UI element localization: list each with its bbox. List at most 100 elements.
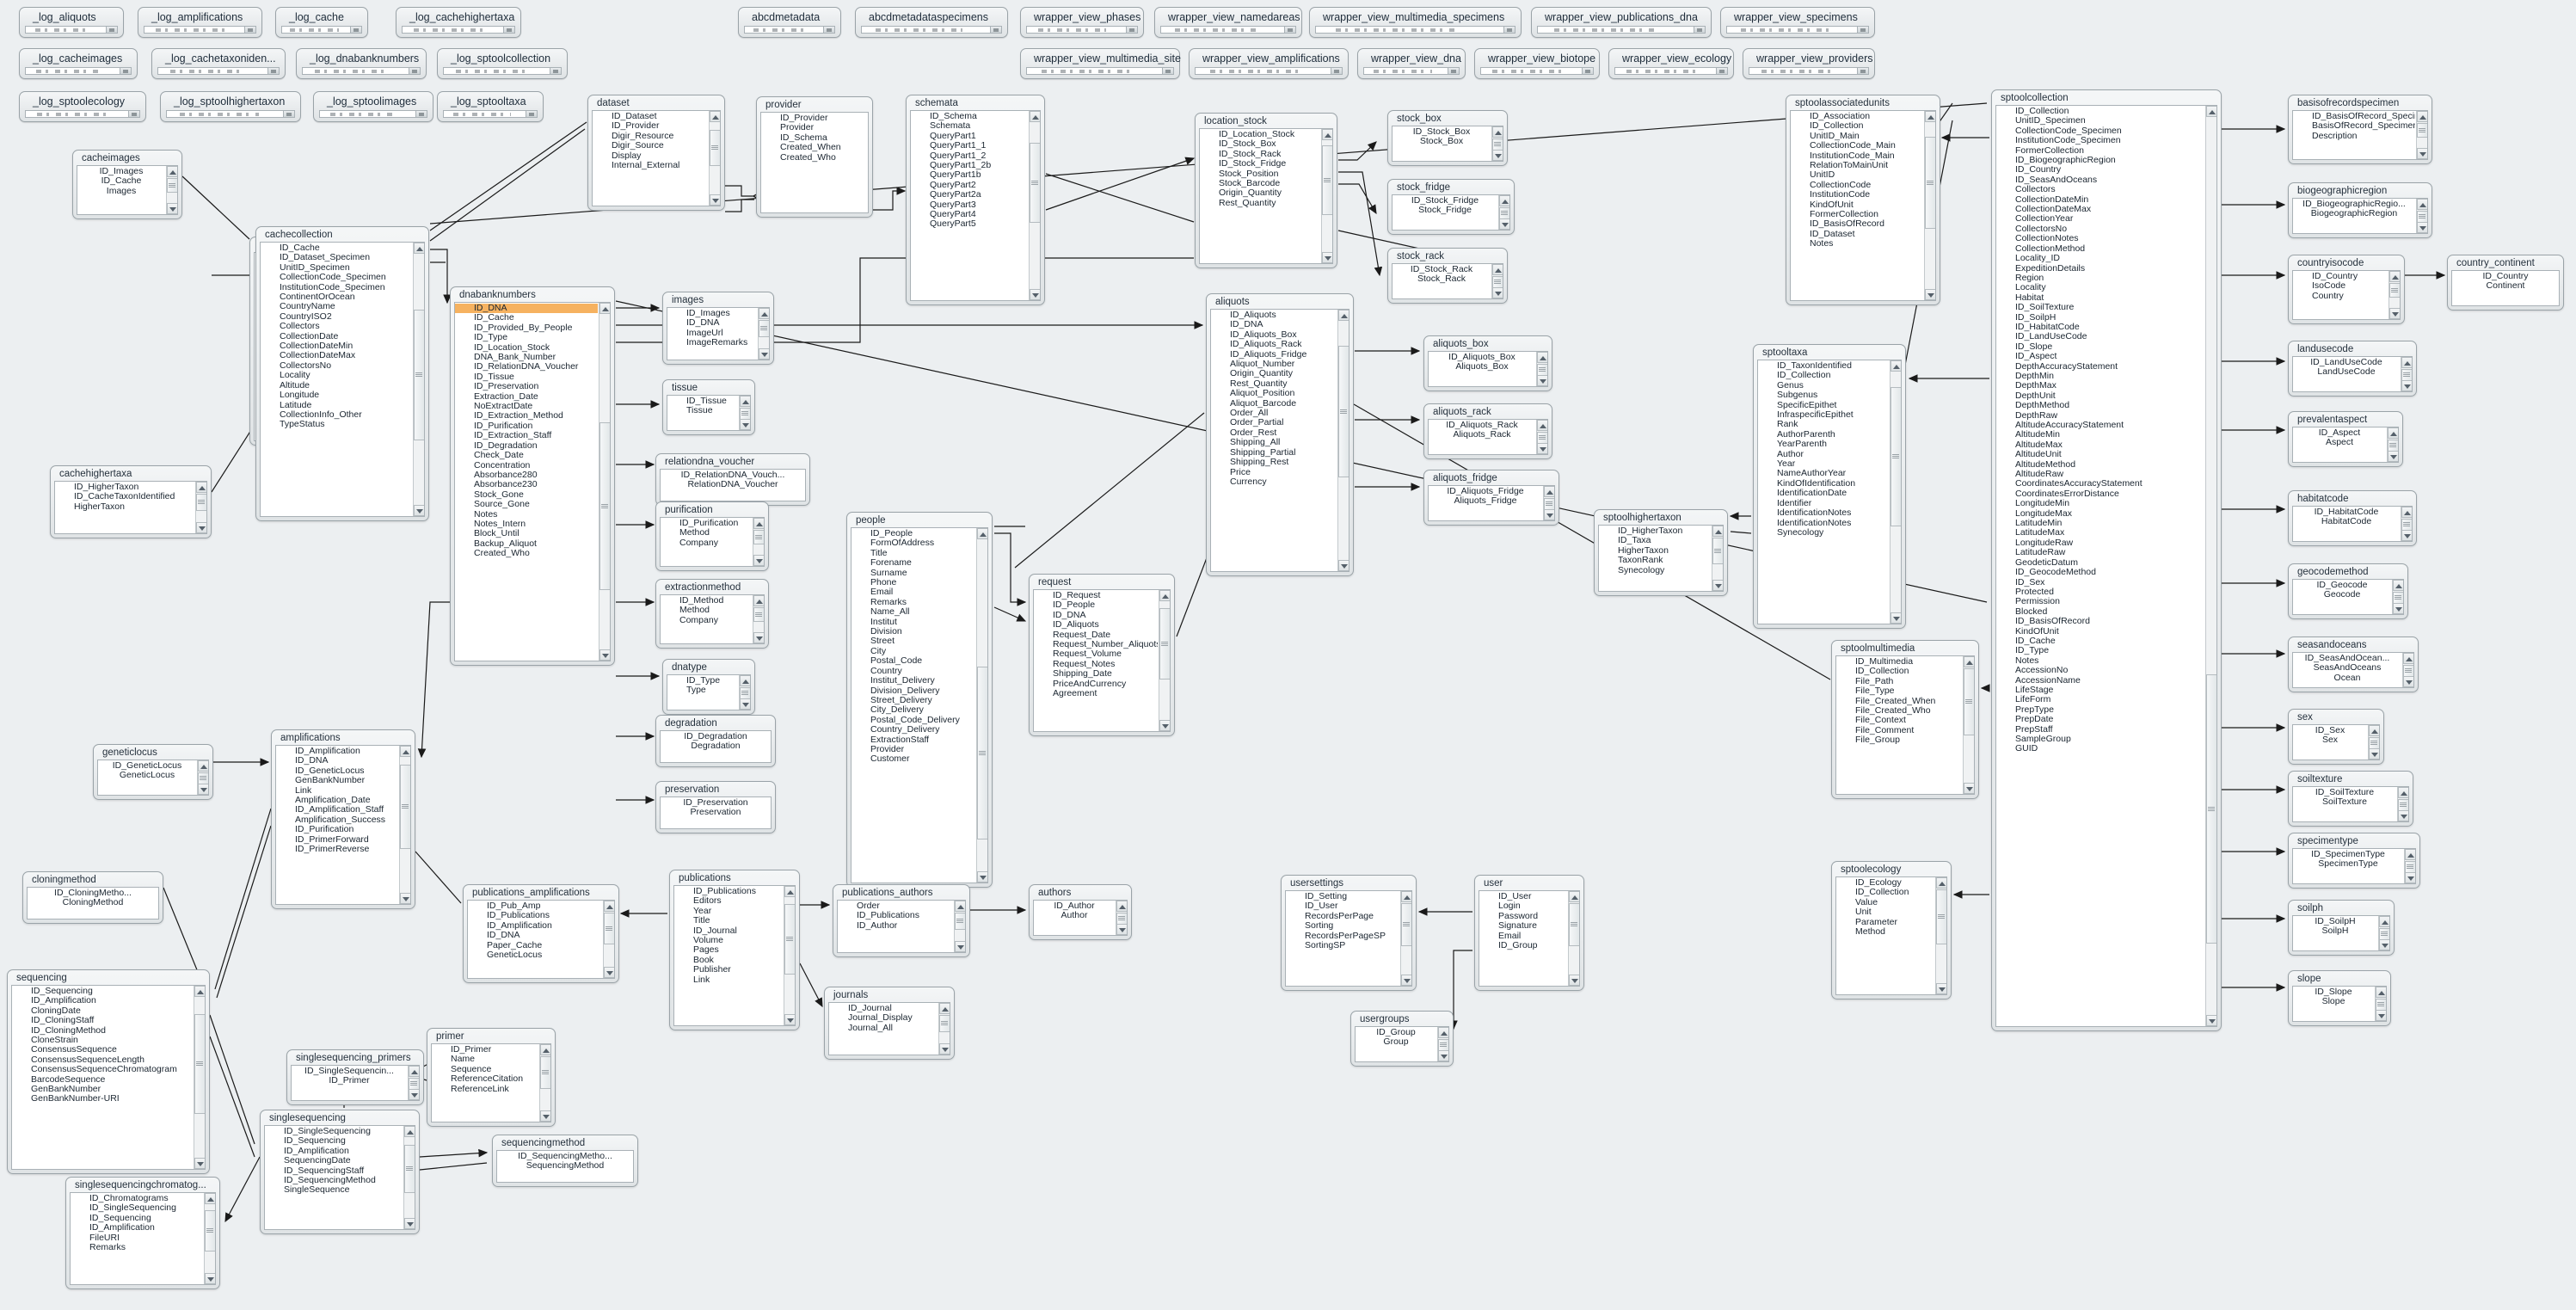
field-list[interactable]: ID_SingleSequencing ID_Sequencing ID_Ampli…: [264, 1125, 415, 1230]
scroll-up-arrow-icon[interactable]: [2369, 725, 2379, 736]
scroll-up-arrow-icon[interactable]: [167, 166, 177, 177]
field-row[interactable]: ID_Author: [838, 921, 953, 931]
field-row[interactable]: PrepDate: [1996, 715, 2204, 724]
field-row[interactable]: ID_Amplification_Staff: [276, 805, 398, 815]
table-node[interactable]: prevalentaspect ID_Aspect Aspect: [2288, 411, 2403, 467]
field-row[interactable]: NoExtractDate: [455, 402, 598, 411]
scroll-down-arrow-icon[interactable]: [414, 505, 424, 516]
field-row[interactable]: ID_HigherTaxon: [55, 483, 194, 492]
table-node[interactable]: cacheimages ID_Images ID_Cache Images: [72, 150, 182, 219]
field-row[interactable]: QueryPart1_2b: [911, 161, 1028, 170]
collapsed-table-node[interactable]: abcdmetadata: [738, 7, 841, 38]
field-row[interactable]: AltitudeMax: [1996, 440, 2204, 450]
field-row[interactable]: ID_HigherTaxon: [1599, 526, 1711, 536]
collapsed-table-node[interactable]: _log_sptooltaxa: [437, 91, 544, 122]
vertical-scrollbar[interactable]: [2205, 106, 2216, 1026]
field-list[interactable]: ID_SingleSequencin... ID_Primer: [291, 1065, 420, 1101]
table-node[interactable]: stock_fridge ID_Stock_Fridge Stock_Fridge: [1387, 179, 1515, 235]
field-row[interactable]: CollectionDateMin: [1996, 195, 2204, 205]
scroll-down-arrow-icon[interactable]: [604, 967, 614, 978]
scroll-down-arrow-icon[interactable]: [409, 1089, 419, 1100]
vertical-scrollbar[interactable]: [1491, 264, 1503, 298]
vertical-scrollbar[interactable]: [1890, 360, 1901, 624]
scroll-down-arrow-icon[interactable]: [740, 419, 750, 430]
field-row[interactable]: Author: [1034, 911, 1115, 920]
field-row[interactable]: Permission: [1996, 597, 2204, 606]
field-row[interactable]: UnitID_Specimen: [1996, 116, 2204, 126]
field-row[interactable]: ID_Images: [77, 167, 165, 176]
vertical-scrollbar[interactable]: [2387, 427, 2398, 462]
field-row[interactable]: Agreement: [1034, 689, 1158, 698]
field-list[interactable]: ID_CloningMetho... CloningMethod: [27, 887, 159, 919]
field-list[interactable]: ID_Request ID_People ID_DNA ID_Aliquots Requ…: [1033, 589, 1171, 732]
field-row[interactable]: SequencingMethod: [497, 1161, 633, 1171]
scroll-down-arrow-icon[interactable]: [2417, 222, 2427, 233]
scroll-down-arrow-icon[interactable]: [1891, 612, 1901, 624]
field-list[interactable]: ID_Stock_Fridge Stock_Fridge: [1392, 194, 1510, 231]
field-row[interactable]: ID_Schema: [761, 133, 868, 143]
field-list[interactable]: ID_Group Group: [1355, 1026, 1449, 1062]
field-row[interactable]: ID_Country: [1996, 165, 2204, 175]
field-row[interactable]: Country_Delivery: [851, 725, 975, 735]
vertical-scrollbar[interactable]: [195, 482, 206, 533]
field-row[interactable]: ID_Type: [1996, 646, 2204, 655]
field-row[interactable]: Subgenus: [1758, 391, 1889, 400]
field-row[interactable]: Internal_External: [593, 161, 708, 170]
field-row[interactable]: Postal_Code_Delivery: [851, 716, 975, 725]
field-row[interactable]: UnitID_Specimen: [261, 263, 412, 273]
collapsed-field-list[interactable]: [1195, 67, 1343, 75]
field-row[interactable]: SortingSP: [1286, 941, 1399, 950]
field-row[interactable]: File_Type: [1836, 686, 1962, 696]
field-row[interactable]: Continent: [2452, 281, 2559, 291]
vertical-scrollbar[interactable]: [1924, 111, 1935, 300]
scroll-up-arrow-icon[interactable]: [2401, 507, 2412, 518]
field-row[interactable]: File_Context: [1836, 716, 1962, 725]
scroll-up-arrow-icon[interactable]: [753, 595, 764, 606]
field-row[interactable]: LandUseCode: [2293, 367, 2400, 377]
field-row[interactable]: Shipping_Date: [1034, 669, 1158, 679]
field-row[interactable]: ID_Aliquots: [1034, 620, 1158, 630]
horizontal-scrollbar[interactable]: [409, 68, 420, 74]
horizontal-scrollbar[interactable]: [526, 111, 537, 117]
field-row[interactable]: ID_Amplification: [12, 996, 193, 1006]
field-row[interactable]: LongitudeRaw: [1996, 538, 2204, 548]
scroll-up-arrow-icon[interactable]: [740, 675, 750, 686]
field-row[interactable]: ContinentOrOcean: [261, 292, 412, 302]
collapsed-table-node[interactable]: _log_sptoolimages: [313, 91, 433, 122]
collapsed-field-list[interactable]: [25, 67, 132, 75]
scroll-up-arrow-icon[interactable]: [414, 243, 424, 254]
field-row[interactable]: ID_Chromatograms: [71, 1194, 203, 1203]
field-row[interactable]: Notes: [1996, 656, 2204, 666]
field-row[interactable]: ID_Publications: [468, 911, 602, 920]
field-row[interactable]: ID_Stock_Rack: [1393, 265, 1491, 274]
field-row[interactable]: Aliquot_Position: [1211, 389, 1337, 398]
field-row[interactable]: CollectionCode_Specimen: [1996, 126, 2204, 136]
vertical-scrollbar[interactable]: [753, 595, 764, 643]
table-node[interactable]: usersettings ID_Setting ID_User RecordsPerP…: [1281, 875, 1417, 991]
field-row[interactable]: Email: [1479, 932, 1567, 941]
field-row[interactable]: AltitudeUnit: [1996, 450, 2204, 459]
field-row[interactable]: Geocode: [2293, 590, 2391, 600]
field-list[interactable]: ID_Ecology ID_Collection Value Unit Paramete…: [1835, 876, 1947, 995]
horizontal-scrollbar[interactable]: [990, 27, 1001, 33]
scroll-down-arrow-icon[interactable]: [1936, 983, 1946, 994]
field-list[interactable]: ID_Amplification ID_DNA ID_GeneticLocus Gen…: [275, 745, 411, 905]
field-row[interactable]: CloningMethod: [28, 898, 158, 907]
vertical-scrollbar[interactable]: [408, 1066, 419, 1100]
collapsed-table-node[interactable]: wrapper_view_biotope: [1474, 48, 1600, 79]
collapsed-field-list[interactable]: [1726, 26, 1869, 34]
vertical-scrollbar[interactable]: [2402, 653, 2413, 687]
field-row[interactable]: Company: [661, 616, 752, 625]
field-row[interactable]: ID_Degradation: [661, 732, 771, 741]
field-row[interactable]: ID_SoilpH: [2293, 917, 2377, 926]
field-row[interactable]: CollectionCode_Main: [1791, 141, 1923, 151]
vertical-scrollbar[interactable]: [739, 396, 750, 430]
field-row[interactable]: Created_Who: [455, 549, 598, 558]
collapsed-field-list[interactable]: [1026, 67, 1174, 75]
field-row[interactable]: City_Delivery: [851, 705, 975, 715]
field-row[interactable]: Aliquots_Fridge: [1429, 496, 1542, 506]
field-row[interactable]: Street: [851, 637, 975, 646]
field-row[interactable]: CollectionNotes: [1996, 234, 2204, 243]
table-node[interactable]: basisofrecordspecimen ID_BasisOfRecord_Sp…: [2288, 95, 2432, 164]
scroll-up-arrow-icon[interactable]: [1936, 877, 1946, 889]
